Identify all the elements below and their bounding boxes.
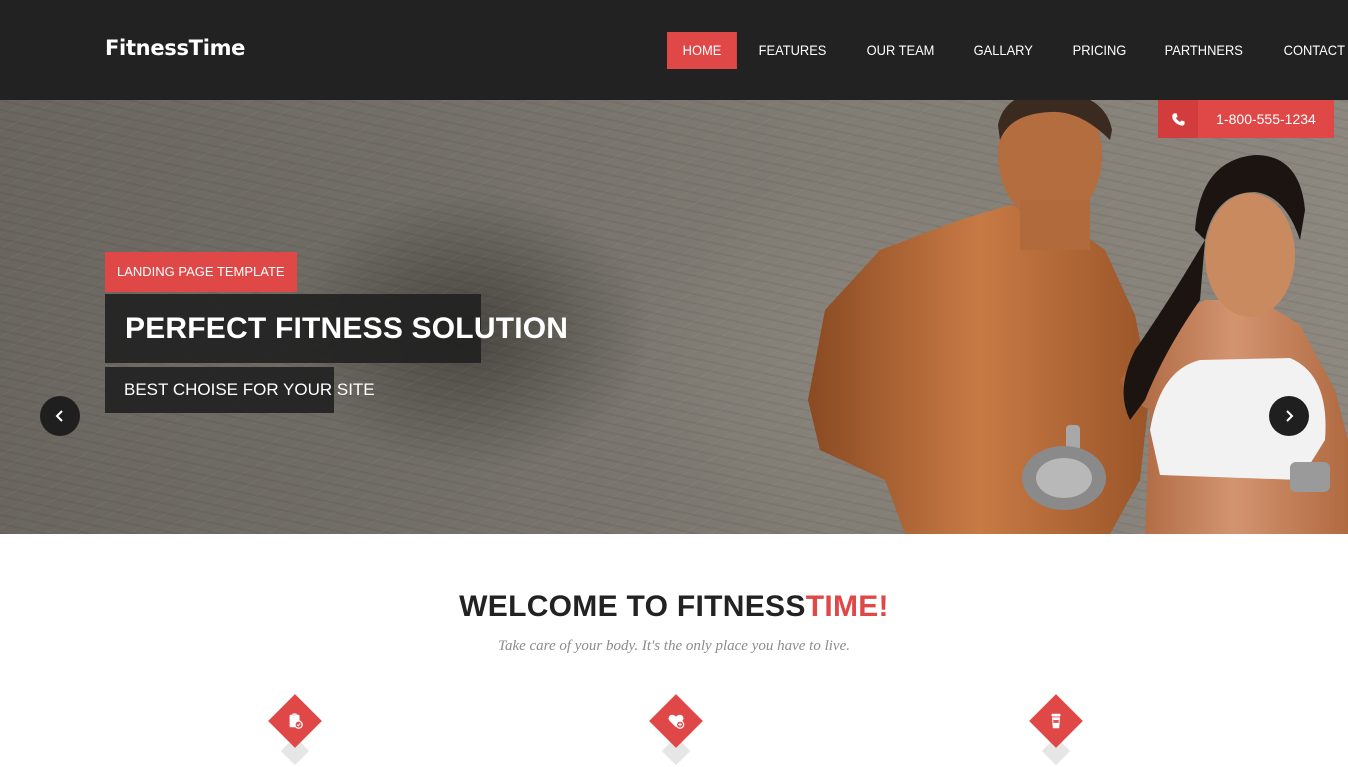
welcome-heading-accent: TIME! — [805, 590, 889, 623]
nav-pricing[interactable]: PRICING — [1057, 32, 1142, 69]
clipboard-check-icon — [285, 711, 305, 731]
hero-title: PERFECT FITNESS SOLUTION — [105, 294, 568, 363]
slider-next-button[interactable] — [1269, 396, 1309, 436]
phone-icon-box — [1158, 100, 1198, 138]
nav-home[interactable]: HOME — [667, 32, 737, 69]
phone-number: 1-800-555-1234 — [1216, 111, 1316, 127]
heart-plus-icon — [666, 711, 686, 731]
welcome-heading-main: WELCOME TO FITNESS — [459, 590, 806, 623]
nav-parthners[interactable]: PARTHNERS — [1149, 32, 1259, 69]
nav-our-team[interactable]: OUR TEAM — [851, 32, 950, 69]
feature-item-1 — [268, 694, 329, 767]
phone-icon — [1171, 112, 1185, 126]
hero-subtitle: BEST CHOISE FOR YOUR SITE — [105, 367, 375, 413]
nav-features[interactable]: FEATURES — [743, 32, 842, 69]
nav-gallary[interactable]: GALLARY — [958, 32, 1048, 69]
site-logo[interactable]: FitnessTime — [105, 36, 245, 60]
protein-shaker-icon — [1046, 711, 1066, 731]
welcome-subtitle: Take care of your body. It's the only pl… — [497, 638, 850, 654]
main-nav: HOME FEATURES OUR TEAM GALLARY PRICING P… — [667, 32, 1348, 69]
site-header: FitnessTime HOME FEATURES OUR TEAM GALLA… — [0, 0, 1348, 100]
slider-prev-button[interactable] — [40, 396, 80, 436]
phone-callout[interactable]: 1-800-555-1234 — [1158, 100, 1334, 138]
hero-tag: LANDING PAGE TEMPLATE — [105, 252, 297, 292]
nav-contact[interactable]: CONTACT — [1268, 32, 1348, 69]
feature-item-3 — [1029, 694, 1090, 767]
chevron-left-icon — [55, 410, 63, 422]
chevron-right-icon — [1286, 410, 1294, 422]
welcome-heading: WELCOME TO FITNESSTIME! — [0, 590, 1348, 624]
feature-item-2 — [649, 694, 710, 767]
